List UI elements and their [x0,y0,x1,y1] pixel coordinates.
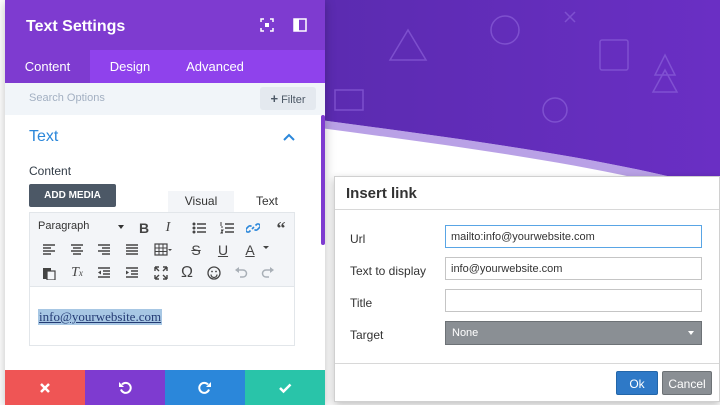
blockquote-icon[interactable]: “ [270,217,292,239]
tab-visual[interactable]: Visual [168,191,234,212]
url-input[interactable]: mailto:info@yourwebsite.com [445,225,702,248]
emoji-icon[interactable] [203,262,225,284]
plus-icon: + [270,91,279,106]
tab-advanced[interactable]: Advanced [170,50,260,83]
bold-icon[interactable]: B [133,217,155,239]
underline-icon[interactable]: U [212,239,234,261]
redo-icon[interactable] [257,262,279,284]
sidebar-toggle-icon[interactable] [293,18,307,32]
ok-button[interactable]: Ok [616,371,658,395]
clear-format-icon[interactable]: Tx [66,262,88,284]
editor-toolbar: Paragraph B I “ S U A Tx Ω [29,212,295,286]
expand-icon[interactable] [260,18,274,32]
link-icon[interactable] [242,217,264,239]
tab-text[interactable]: Text [238,191,296,212]
search-bar: Search Options + Filter [5,83,325,115]
add-media-button[interactable]: ADD MEDIA [29,184,116,207]
filter-label: Filter [281,94,306,106]
chevron-down-icon [688,331,694,335]
editor-body[interactable]: info@yourwebsite.com [29,286,295,346]
format-select[interactable]: Paragraph [38,220,124,232]
target-select[interactable]: None [445,321,702,345]
undo-button[interactable] [85,370,165,405]
check-icon [279,383,292,394]
omega-icon[interactable]: Ω [176,262,198,284]
text-settings-panel: Text Settings Content Design Advanced Se… [5,0,325,405]
paste-icon[interactable] [38,262,60,284]
dialog-footer: Ok Cancel [335,363,719,401]
italic-icon[interactable]: I [157,217,179,239]
scrollbar-thumb[interactable] [321,115,325,245]
chevron-up-icon[interactable] [283,133,295,141]
section-title[interactable]: Text [29,128,58,146]
filter-button[interactable]: + Filter [260,87,316,110]
editor-content[interactable]: info@yourwebsite.com [38,309,163,325]
target-select-value: None [452,327,479,339]
save-button[interactable] [245,370,325,405]
chevron-down-icon[interactable] [258,239,280,261]
outdent-icon[interactable] [93,262,115,284]
tab-design[interactable]: Design [90,50,170,83]
tab-content[interactable]: Content [5,50,90,83]
url-label: Url [350,232,366,246]
cancel-button[interactable]: Cancel [662,371,712,395]
text-to-display-label: Text to display [350,264,427,278]
title-label: Title [350,296,373,310]
close-icon [40,383,50,393]
content-label: Content [29,164,72,178]
redo-button[interactable] [165,370,245,405]
title-input[interactable] [445,289,702,312]
indent-icon[interactable] [121,262,143,284]
search-options-input[interactable]: Search Options [29,92,105,104]
format-select-value: Paragraph [38,220,90,232]
undo-icon[interactable] [230,262,252,284]
align-right-icon[interactable] [93,239,115,261]
align-left-icon[interactable] [38,239,60,261]
target-label: Target [350,328,384,342]
bullet-list-icon[interactable] [188,217,210,239]
panel-footer [5,370,325,405]
undo-icon [119,381,132,394]
numbered-list-icon[interactable] [216,217,238,239]
insert-link-dialog: Insert link Url mailto:info@yourwebsite.… [334,176,720,402]
dialog-header: Insert link [335,177,719,210]
panel-header: Text Settings [5,0,325,50]
align-center-icon[interactable] [66,239,88,261]
chevron-down-icon [118,225,124,229]
align-justify-icon[interactable] [121,239,143,261]
text-to-display-input[interactable]: info@yourwebsite.com [445,257,702,280]
panel-title: Text Settings [26,18,126,35]
table-icon[interactable] [150,239,172,261]
tab-bar: Content Design Advanced [5,50,325,83]
dialog-title: Insert link [346,185,417,202]
redo-icon [198,381,211,394]
fullscreen-icon[interactable] [150,262,172,284]
strikethrough-icon[interactable]: S [185,239,207,261]
discard-button[interactable] [5,370,85,405]
